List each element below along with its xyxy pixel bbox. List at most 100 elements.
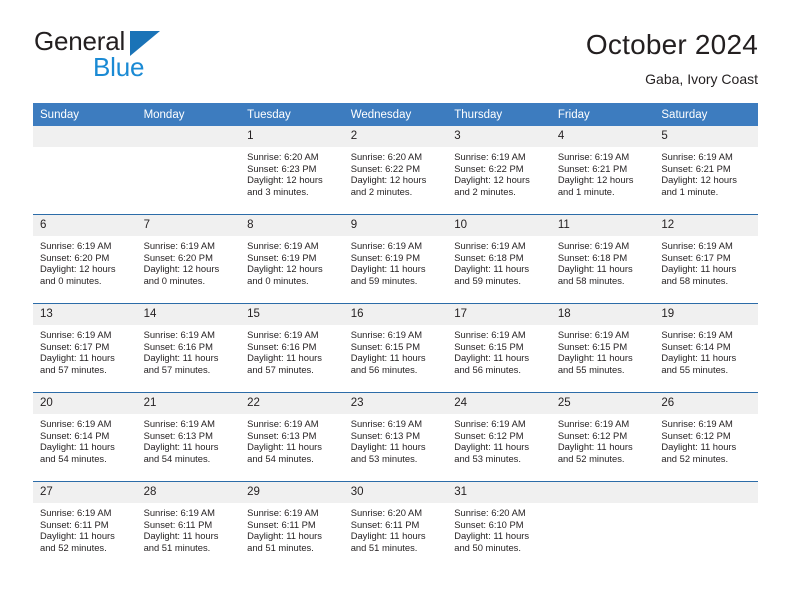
daylight-text-line1: Daylight: 11 hours: [454, 441, 530, 453]
calendar-day-cell[interactable]: 15 Sunrise: 6:19 AM Sunset: 6:16 PM Dayligh…: [240, 303, 344, 393]
daylight-text-line2: and 55 minutes.: [661, 363, 729, 375]
sunset-text: Sunset: 6:11 PM: [143, 518, 213, 530]
calendar-day-cell[interactable]: 5 Sunrise: 6:19 AM Sunset: 6:21 PM Daylight…: [654, 126, 758, 215]
daylight-text-line1: Daylight: 11 hours: [454, 263, 530, 275]
daylight-text-line1: Daylight: 11 hours: [350, 352, 426, 364]
sunrise-text: Sunrise: 6:19 AM: [247, 329, 319, 340]
calendar-day-cell[interactable]: 23 Sunrise: 6:19 AM Sunset: 6:13 PM Dayligh…: [343, 392, 448, 482]
calendar-day-cell[interactable]: 27 Sunrise: 6:19 AM Sunset: 6:11 PM Dayligh…: [33, 481, 137, 570]
daylight-text-line1: Daylight: 12 hours: [557, 174, 634, 186]
sunset-text: Sunset: 6:16 PM: [143, 340, 213, 352]
sunrise-text: Sunrise: 6:19 AM: [40, 329, 112, 340]
calendar-day-cell[interactable]: 12 Sunrise: 6:19 AM Sunset: 6:17 PM Dayligh…: [654, 214, 758, 304]
calendar-day-cell[interactable]: 28 Sunrise: 6:19 AM Sunset: 6:11 PM Dayligh…: [136, 481, 241, 570]
sunrise-text: Sunrise: 6:19 AM: [143, 329, 215, 340]
calendar-day-cell[interactable]: 26 Sunrise: 6:19 AM Sunset: 6:12 PM Dayligh…: [654, 392, 758, 482]
daylight-text-line2: and 54 minutes.: [247, 452, 314, 464]
day-details: Sunrise: 6:19 AM Sunset: 6:15 PM Daylight:…: [551, 325, 655, 375]
calendar-day-cell[interactable]: 20 Sunrise: 6:19 AM Sunset: 6:14 PM Dayligh…: [33, 392, 137, 482]
sunset-text: Sunset: 6:12 PM: [557, 429, 628, 441]
sunrise-text: Sunrise: 6:19 AM: [143, 418, 215, 429]
day-details: Sunrise: 6:19 AM Sunset: 6:13 PM Daylight:…: [137, 414, 241, 464]
calendar-day-cell[interactable]: 11 Sunrise: 6:19 AM Sunset: 6:18 PM Dayligh…: [550, 214, 655, 304]
calendar-day-cell[interactable]: 13 Sunrise: 6:19 AM Sunset: 6:17 PM Dayligh…: [33, 303, 137, 393]
sunset-text: Sunset: 6:12 PM: [661, 429, 731, 441]
daylight-text-line1: Daylight: 11 hours: [143, 352, 219, 364]
day-number: 5: [654, 126, 758, 147]
sunrise-text: Sunrise: 6:19 AM: [557, 240, 630, 251]
daylight-text-line1: Daylight: 11 hours: [557, 263, 633, 275]
day-details: Sunrise: 6:19 AM Sunset: 6:15 PM Daylight:…: [447, 325, 551, 375]
calendar-day-cell[interactable]: 2 Sunrise: 6:20 AM Sunset: 6:22 PM Daylight…: [343, 126, 448, 215]
day-number: 30: [343, 482, 448, 503]
calendar-day-cell[interactable]: 25 Sunrise: 6:19 AM Sunset: 6:12 PM Dayligh…: [550, 392, 655, 482]
calendar-day-cell[interactable]: 30 Sunrise: 6:20 AM Sunset: 6:11 PM Dayligh…: [343, 481, 448, 570]
calendar-day-cell[interactable]: 17 Sunrise: 6:19 AM Sunset: 6:15 PM Dayligh…: [447, 303, 551, 393]
daylight-text-line1: Daylight: 12 hours: [454, 174, 530, 186]
daylight-text-line1: Daylight: 11 hours: [661, 441, 737, 453]
calendar-day-cell[interactable]: 19 Sunrise: 6:19 AM Sunset: 6:14 PM Dayligh…: [654, 303, 758, 393]
day-details: Sunrise: 6:19 AM Sunset: 6:16 PM Daylight:…: [137, 325, 241, 375]
daylight-text-line1: Daylight: 11 hours: [40, 530, 115, 542]
page-header: General Blue October 2024 Gaba, Ivory Co…: [33, 28, 758, 92]
calendar-day-cell[interactable]: 31 Sunrise: 6:20 AM Sunset: 6:10 PM Dayligh…: [447, 481, 551, 570]
daylight-text-line1: Daylight: 11 hours: [247, 530, 322, 542]
sunrise-text: Sunrise: 6:19 AM: [661, 329, 733, 340]
day-number: 19: [654, 304, 758, 325]
sunrise-text: Sunrise: 6:19 AM: [454, 240, 526, 251]
sunset-text: Sunset: 6:13 PM: [350, 429, 420, 441]
day-details: Sunrise: 6:19 AM Sunset: 6:22 PM Daylight:…: [447, 147, 551, 197]
day-number: 16: [343, 304, 448, 325]
calendar-day-cell[interactable]: 3 Sunrise: 6:19 AM Sunset: 6:22 PM Daylight…: [447, 126, 551, 215]
calendar-day-cell[interactable]: 18 Sunrise: 6:19 AM Sunset: 6:15 PM Dayligh…: [550, 303, 655, 393]
daylight-text-line2: and 59 minutes.: [454, 274, 521, 286]
calendar-day-cell-empty: [654, 481, 758, 570]
calendar-day-cell[interactable]: 14 Sunrise: 6:19 AM Sunset: 6:16 PM Dayligh…: [136, 303, 241, 393]
calendar-day-cell[interactable]: 6 Sunrise: 6:19 AM Sunset: 6:20 PM Daylight…: [33, 214, 137, 304]
sunset-text: Sunset: 6:15 PM: [350, 340, 420, 352]
day-details: Sunrise: 6:19 AM Sunset: 6:12 PM Daylight:…: [654, 414, 758, 464]
daylight-text-line1: Daylight: 12 hours: [143, 263, 220, 275]
daylight-text-line1: Daylight: 12 hours: [247, 263, 323, 275]
sunset-text: Sunset: 6:19 PM: [247, 251, 317, 263]
calendar-day-cell[interactable]: 9 Sunrise: 6:19 AM Sunset: 6:19 PM Daylight…: [343, 214, 448, 304]
sunset-text: Sunset: 6:11 PM: [350, 518, 420, 530]
daylight-text-line1: Daylight: 12 hours: [350, 174, 427, 186]
daylight-text-line1: Daylight: 12 hours: [661, 174, 737, 186]
calendar-day-cell[interactable]: 10 Sunrise: 6:19 AM Sunset: 6:18 PM Dayligh…: [447, 214, 551, 304]
day-details: Sunrise: 6:19 AM Sunset: 6:19 PM Daylight:…: [344, 236, 448, 286]
logo-text-general: General: [34, 26, 126, 56]
daylight-text-line2: and 0 minutes.: [143, 274, 206, 286]
daylight-text-line2: and 52 minutes.: [557, 452, 625, 464]
day-details: Sunrise: 6:19 AM Sunset: 6:21 PM Daylight:…: [551, 147, 655, 197]
day-number: 22: [240, 393, 344, 414]
calendar-week-row: 1 Sunrise: 6:20 AM Sunset: 6:23 PM Daylight…: [33, 126, 758, 215]
calendar-day-cell[interactable]: 24 Sunrise: 6:19 AM Sunset: 6:12 PM Dayligh…: [447, 392, 551, 482]
daylight-text-line1: Daylight: 11 hours: [143, 530, 219, 542]
day-details: Sunrise: 6:19 AM Sunset: 6:17 PM Daylight:…: [654, 236, 758, 286]
daylight-text-line2: and 53 minutes.: [454, 452, 521, 464]
calendar-day-cell[interactable]: 22 Sunrise: 6:19 AM Sunset: 6:13 PM Dayligh…: [240, 392, 344, 482]
calendar-day-cell[interactable]: 21 Sunrise: 6:19 AM Sunset: 6:13 PM Dayligh…: [136, 392, 241, 482]
calendar-day-cell[interactable]: 16 Sunrise: 6:19 AM Sunset: 6:15 PM Dayligh…: [343, 303, 448, 393]
calendar-day-cell[interactable]: 4 Sunrise: 6:19 AM Sunset: 6:21 PM Daylight…: [550, 126, 655, 215]
daylight-text-line2: and 3 minutes.: [247, 185, 309, 197]
daylight-text-line1: Daylight: 11 hours: [350, 530, 426, 542]
calendar-day-cell-empty: [550, 481, 655, 570]
daylight-text-line1: Daylight: 11 hours: [350, 441, 426, 453]
day-details: Sunrise: 6:20 AM Sunset: 6:22 PM Daylight:…: [344, 147, 448, 197]
daylight-text-line2: and 51 minutes.: [247, 541, 314, 553]
sunset-text: Sunset: 6:16 PM: [247, 340, 317, 352]
sunrise-text: Sunrise: 6:19 AM: [40, 507, 112, 518]
day-number: 9: [343, 215, 448, 236]
daylight-text-line1: Daylight: 11 hours: [247, 352, 322, 364]
weekday-header-tuesday: Tuesday: [240, 103, 344, 126]
calendar-day-cell[interactable]: 29 Sunrise: 6:19 AM Sunset: 6:11 PM Dayligh…: [240, 481, 344, 570]
day-number: 4: [550, 126, 655, 147]
calendar-day-cell[interactable]: 8 Sunrise: 6:19 AM Sunset: 6:19 PM Daylight…: [240, 214, 344, 304]
day-number: 6: [33, 215, 137, 236]
calendar-day-cell[interactable]: 7 Sunrise: 6:19 AM Sunset: 6:20 PM Daylight…: [136, 214, 241, 304]
sunset-text: Sunset: 6:18 PM: [557, 251, 628, 263]
day-number: 1: [240, 126, 344, 147]
calendar-day-cell[interactable]: 1 Sunrise: 6:20 AM Sunset: 6:23 PM Daylight…: [240, 126, 344, 215]
